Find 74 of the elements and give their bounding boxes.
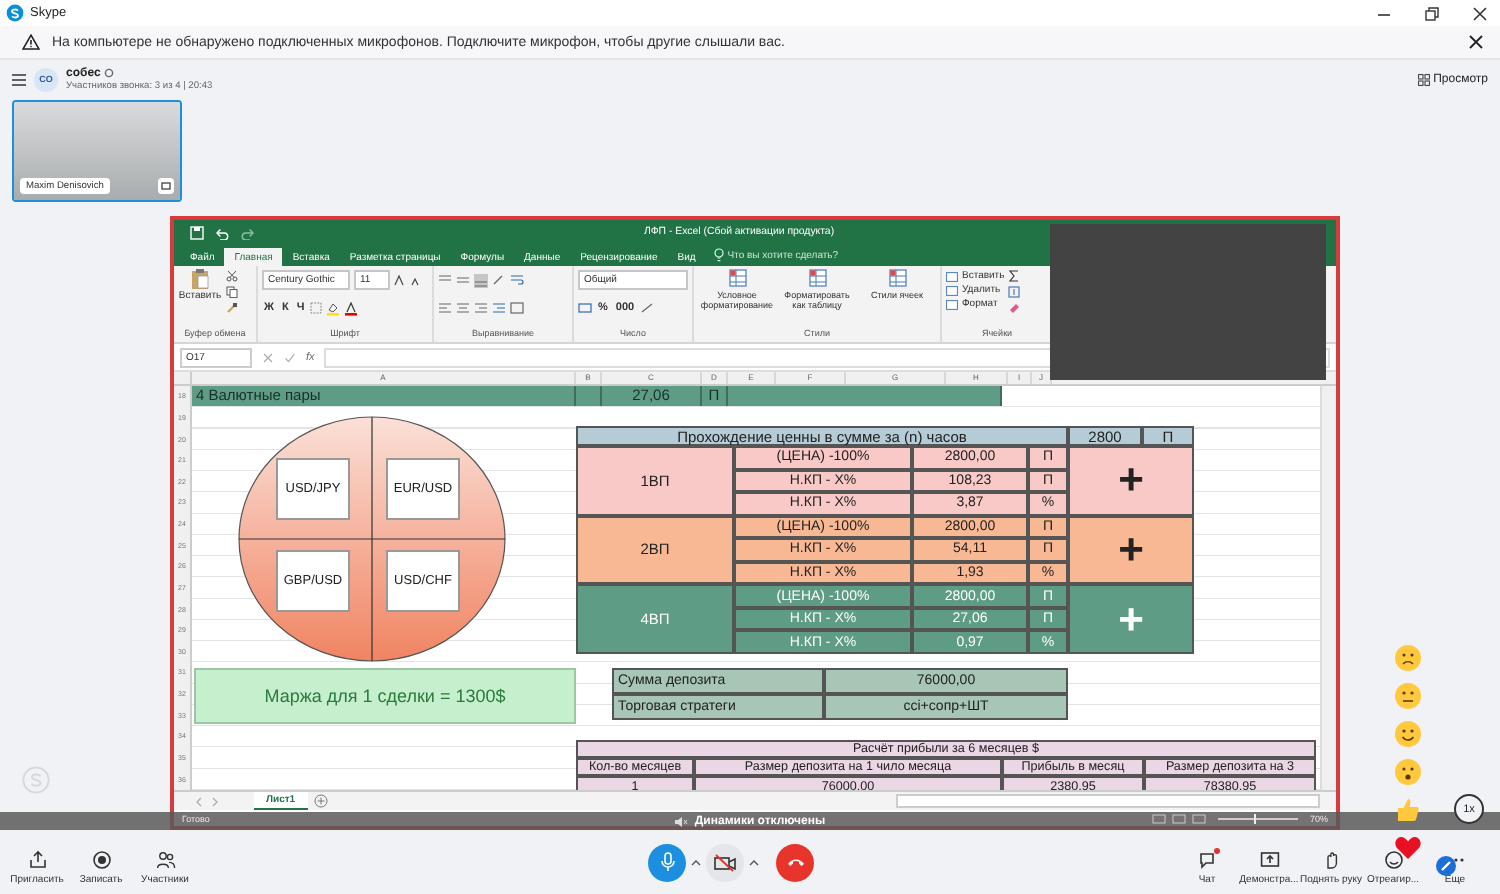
table-cell (576, 386, 602, 406)
smiley-icon (1383, 850, 1403, 870)
undo-icon (214, 225, 230, 239)
chat-icon (1197, 850, 1217, 870)
screen-icon (158, 178, 174, 194)
vertical-scrollbar[interactable] (1320, 386, 1336, 790)
speaker-off-icon (674, 815, 689, 827)
prev-sheet-icon (194, 795, 204, 807)
lightbulb-icon (713, 248, 724, 262)
margin-label: Маржа для 1 сделки = 1300$ (194, 668, 576, 724)
microphone-button[interactable] (648, 843, 686, 881)
plus-sign: + (1068, 515, 1194, 585)
microphone-icon (659, 852, 675, 872)
currency-icon (578, 302, 592, 314)
phone-icon (785, 856, 805, 868)
menu-icon (12, 73, 26, 85)
sum-icon (1008, 270, 1021, 282)
gear-icon (104, 68, 115, 78)
copy-icon (226, 286, 238, 298)
decimal-icon (640, 302, 655, 314)
align-right-icon (474, 302, 488, 314)
align-middle-icon (456, 274, 470, 286)
heart-icon (1394, 834, 1422, 862)
indent-icon (492, 302, 506, 314)
normal-view-icon (1151, 813, 1166, 823)
plus-sign: + (1068, 446, 1194, 516)
redo-icon (240, 225, 256, 239)
close-icon (1472, 5, 1488, 21)
page-layout-icon (1171, 813, 1186, 823)
share-icon (27, 850, 47, 870)
skype-logo-icon (22, 766, 50, 794)
fill-icon (1008, 286, 1021, 298)
shrink-font-icon (410, 274, 422, 286)
hand-icon (1321, 850, 1341, 870)
page-break-icon (1191, 813, 1206, 823)
horizontal-scrollbar[interactable] (896, 794, 1320, 808)
font-color-icon (344, 301, 359, 315)
orientation-icon (492, 274, 506, 286)
camera-off-icon (714, 853, 736, 871)
grow-font-icon (394, 274, 406, 286)
plus-sign: + (1068, 584, 1194, 654)
smiling-face-icon (1394, 720, 1422, 748)
neutral-face-icon (1394, 682, 1422, 710)
align-center-icon (456, 302, 470, 314)
pencil-icon (1436, 856, 1456, 876)
eraser-icon (1008, 302, 1021, 314)
people-icon (155, 850, 175, 870)
hang-up-button[interactable] (776, 843, 814, 881)
caret-icon (748, 857, 760, 867)
border-icon (310, 302, 323, 314)
grid-icon (1417, 73, 1430, 85)
check-icon (284, 351, 296, 363)
align-top-icon (438, 274, 452, 286)
align-bottom-icon (474, 273, 488, 287)
caret-icon (690, 857, 702, 867)
add-sheet-icon (313, 794, 328, 808)
thumbs-up-icon (1394, 796, 1422, 824)
scissors-icon (226, 270, 238, 282)
frowning-face-icon (1394, 644, 1422, 672)
record-icon (91, 850, 111, 870)
align-left-icon (438, 302, 452, 314)
merge-icon (510, 302, 524, 314)
brush-icon (226, 302, 238, 314)
wrap-text-icon (510, 274, 524, 286)
camera-button[interactable] (706, 843, 744, 881)
save-icon (190, 225, 204, 239)
highlight-icon (326, 301, 341, 315)
cancel-icon (262, 351, 274, 363)
close-icon (1468, 34, 1484, 50)
warning-icon (22, 34, 40, 50)
surprised-face-icon (1394, 758, 1422, 786)
next-sheet-icon (210, 795, 220, 807)
screen-share-icon (1259, 850, 1279, 870)
restore-icon (1424, 5, 1440, 21)
